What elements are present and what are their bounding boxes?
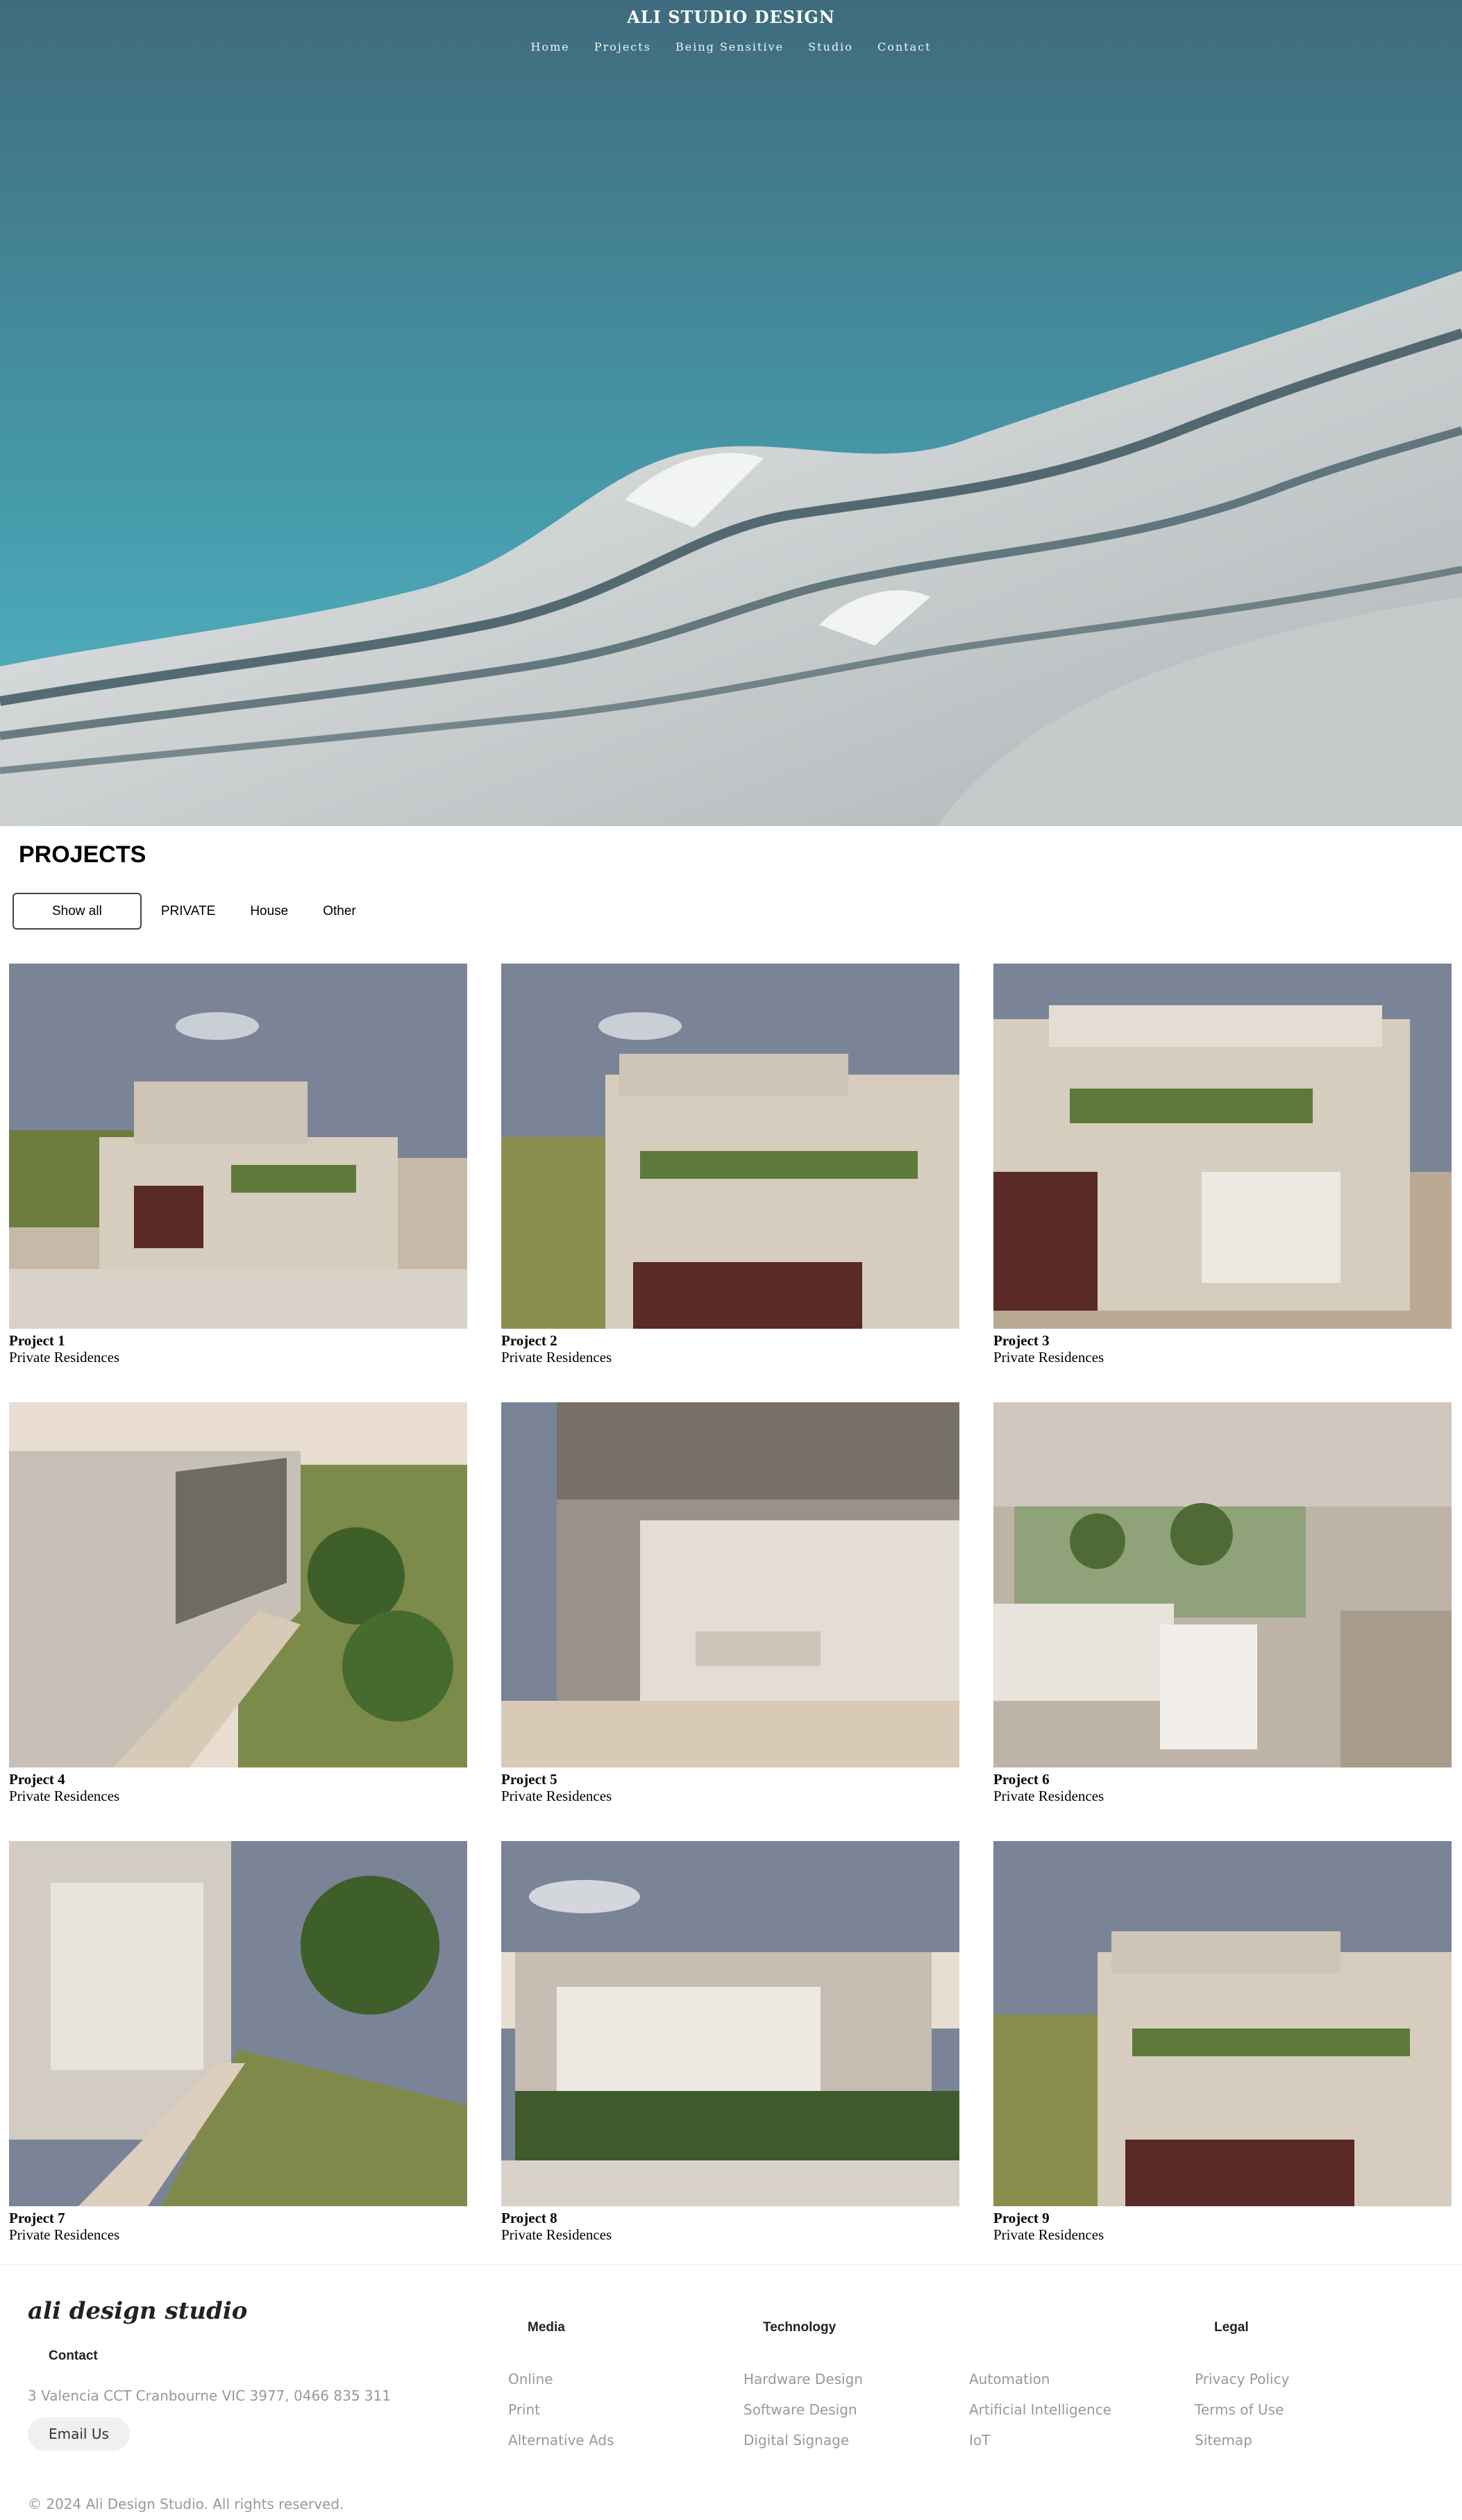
footer-link-iot[interactable]: IoT <box>969 2432 990 2448</box>
project-category: Private Residences <box>501 2226 612 2243</box>
project-name[interactable]: Project 6 <box>993 1771 1452 1788</box>
nav-studio[interactable]: Studio <box>808 40 853 53</box>
project-category: Private Residences <box>9 1349 120 1366</box>
email-us-button[interactable]: Email Us <box>28 2417 130 2451</box>
site-logo[interactable]: ALI STUDIO DESIGN <box>0 7 1462 27</box>
footer-media-heading: Media <box>528 2320 565 2335</box>
project-category: Private Residences <box>993 1349 1104 1366</box>
project-card[interactable]: Project 8 Private Residences <box>501 1841 959 2243</box>
footer-link-online[interactable]: Online <box>508 2371 553 2387</box>
footer-link-software-design[interactable]: Software Design <box>743 2401 857 2418</box>
footer-link-digital-signage[interactable]: Digital Signage <box>743 2432 849 2448</box>
footer-technology-heading: Technology <box>763 2320 837 2335</box>
project-card[interactable]: Project 7 Private Residences <box>9 1841 467 2243</box>
project-name[interactable]: Project 4 <box>9 1771 467 1788</box>
footer-link-privacy-policy[interactable]: Privacy Policy <box>1195 2371 1289 2387</box>
project-name[interactable]: Project 3 <box>993 1332 1452 1349</box>
footer-link-terms-of-use[interactable]: Terms of Use <box>1195 2401 1284 2418</box>
nav-projects[interactable]: Projects <box>594 40 651 53</box>
project-category: Private Residences <box>993 2226 1104 2243</box>
project-category: Private Residences <box>993 1788 1104 1804</box>
project-thumbnail[interactable] <box>501 1841 959 2206</box>
hero-banner: ALI STUDIO DESIGN Home Projects Being Se… <box>0 0 1462 826</box>
project-name[interactable]: Project 1 <box>9 1332 467 1349</box>
footer-link-alternative-ads[interactable]: Alternative Ads <box>508 2432 614 2448</box>
site-footer: ali design studio Contact 3 Valencia CCT… <box>0 2265 1462 2520</box>
nav-contact[interactable]: Contact <box>877 40 932 53</box>
project-thumbnail[interactable] <box>993 1841 1452 2206</box>
project-name[interactable]: Project 9 <box>993 2210 1452 2226</box>
project-card[interactable]: Project 9 Private Residences <box>993 1841 1452 2243</box>
footer-brand-logo[interactable]: ali design studio <box>28 2297 247 2325</box>
project-category: Private Residences <box>501 1349 612 1366</box>
project-name[interactable]: Project 2 <box>501 1332 959 1349</box>
project-card[interactable]: Project 4 Private Residences <box>9 1402 467 1804</box>
nav-being-sensitive[interactable]: Being Sensitive <box>675 40 784 53</box>
project-card[interactable]: Project 1 Private Residences <box>9 964 467 1366</box>
project-thumbnail[interactable] <box>9 1841 467 2206</box>
project-thumbnail[interactable] <box>9 1402 467 1767</box>
footer-copyright: © 2024 Ali Design Studio. All rights res… <box>28 2496 344 2512</box>
project-name[interactable]: Project 8 <box>501 2210 959 2226</box>
project-card[interactable]: Project 6 Private Residences <box>993 1402 1452 1804</box>
projects-heading: PROJECTS <box>19 841 146 868</box>
footer-contact-heading: Contact <box>49 2349 98 2363</box>
footer-legal-heading: Legal <box>1214 2320 1249 2335</box>
project-thumbnail[interactable] <box>993 964 1452 1329</box>
footer-address: 3 Valencia CCT Cranbourne VIC 3977, 0466… <box>28 2387 392 2404</box>
project-category: Private Residences <box>9 2226 120 2243</box>
hero-building-image <box>0 0 1462 826</box>
project-name[interactable]: Project 5 <box>501 1771 959 1788</box>
footer-link-artificial-intelligence[interactable]: Artificial Intelligence <box>969 2401 1111 2418</box>
footer-link-hardware-design[interactable]: Hardware Design <box>743 2371 863 2387</box>
main-nav: Home Projects Being Sensitive Studio Con… <box>0 40 1462 53</box>
filter-private[interactable]: PRIVATE <box>161 904 215 919</box>
project-thumbnail[interactable] <box>993 1402 1452 1767</box>
nav-home[interactable]: Home <box>530 40 569 53</box>
footer-link-automation[interactable]: Automation <box>969 2371 1050 2387</box>
filter-show-all[interactable]: Show all <box>12 893 142 930</box>
project-name[interactable]: Project 7 <box>9 2210 467 2226</box>
filter-house[interactable]: House <box>250 904 288 919</box>
project-card[interactable]: Project 2 Private Residences <box>501 964 959 1366</box>
project-filters: Show all PRIVATE House Other <box>12 891 371 931</box>
project-card[interactable]: Project 3 Private Residences <box>993 964 1452 1366</box>
project-thumbnail[interactable] <box>501 1402 959 1767</box>
filter-other[interactable]: Other <box>323 904 356 919</box>
project-thumbnail[interactable] <box>9 964 467 1329</box>
project-category: Private Residences <box>9 1788 120 1804</box>
footer-link-sitemap[interactable]: Sitemap <box>1195 2432 1252 2448</box>
footer-link-print[interactable]: Print <box>508 2401 540 2418</box>
project-thumbnail[interactable] <box>501 964 959 1329</box>
project-category: Private Residences <box>501 1788 612 1804</box>
project-card[interactable]: Project 5 Private Residences <box>501 1402 959 1804</box>
